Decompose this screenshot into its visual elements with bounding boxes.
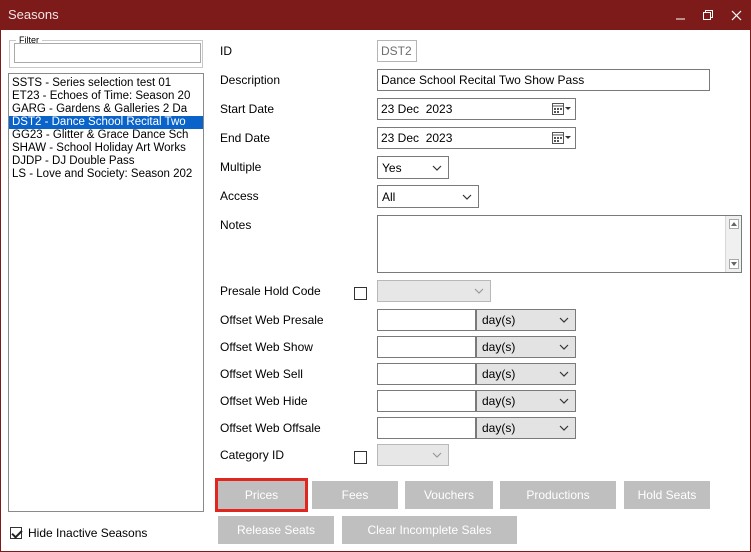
prices-button[interactable]: Prices	[215, 478, 308, 512]
offset-web-sell-label: Offset Web Sell	[220, 367, 303, 381]
chevron-down-icon	[559, 425, 569, 431]
end-date-value: 23 Dec 2023	[381, 131, 453, 145]
notes-label: Notes	[220, 218, 252, 232]
offset-web-presale-input[interactable]	[377, 309, 476, 331]
scroll-up-icon[interactable]	[729, 219, 739, 229]
offset-web-offsale-label: Offset Web Offsale	[220, 421, 321, 435]
hold-seats-button[interactable]: Hold Seats	[624, 481, 710, 509]
minimize-icon	[675, 18, 685, 19]
season-list-item[interactable]: DST2 - Dance School Recital Two	[9, 116, 203, 129]
chevron-down-icon	[559, 344, 569, 350]
offset-web-offsale-input[interactable]	[377, 417, 476, 439]
offset-web-sell-input[interactable]	[377, 363, 476, 385]
scroll-down-icon[interactable]	[729, 259, 739, 269]
multiple-select[interactable]: Yes	[377, 156, 449, 179]
start-date-label: Start Date	[220, 102, 275, 116]
offset-web-hide-unit[interactable]: day(s)	[476, 390, 576, 412]
notes-field[interactable]	[377, 215, 742, 273]
description-field[interactable]: Dance School Recital Two Show Pass	[377, 69, 710, 91]
id-field[interactable]: DST2	[377, 40, 417, 62]
hide-inactive-label: Hide Inactive Seasons	[28, 526, 148, 540]
release-seats-button[interactable]: Release Seats	[218, 516, 334, 544]
access-select[interactable]: All	[377, 185, 479, 208]
vouchers-button[interactable]: Vouchers	[405, 481, 493, 509]
restore-icon	[703, 10, 713, 20]
unit-value: day(s)	[482, 313, 516, 327]
chevron-down-icon	[432, 452, 442, 458]
window-border-left	[0, 30, 1, 552]
end-date-field[interactable]: 23 Dec 2023	[377, 127, 576, 149]
offset-web-hide-label: Offset Web Hide	[220, 394, 308, 408]
season-list-item[interactable]: GARG - Gardens & Galleries 2 Da	[9, 103, 203, 116]
season-list-item[interactable]: DJDP - DJ Double Pass	[9, 155, 203, 168]
start-date-field[interactable]: 23 Dec 2023	[377, 98, 576, 120]
close-button[interactable]	[719, 0, 751, 30]
filter-input[interactable]	[14, 43, 201, 63]
close-icon	[731, 10, 741, 20]
chevron-down-icon	[559, 317, 569, 323]
season-list-item[interactable]: SSTS - Series selection test 01	[9, 77, 203, 90]
multiple-value: Yes	[382, 160, 402, 175]
season-list-item[interactable]: ET23 - Echoes of Time: Season 20	[9, 90, 203, 103]
offset-web-presale-unit[interactable]: day(s)	[476, 309, 576, 331]
chevron-down-icon	[462, 194, 472, 200]
offset-web-show-label: Offset Web Show	[220, 340, 313, 354]
category-id-select[interactable]	[377, 444, 449, 466]
unit-value: day(s)	[482, 340, 516, 354]
offset-web-presale-label: Offset Web Presale	[220, 313, 324, 327]
category-id-checkbox[interactable]	[354, 451, 367, 464]
presale-hold-code-label: Presale Hold Code	[220, 284, 321, 298]
offset-web-offsale-unit[interactable]: day(s)	[476, 417, 576, 439]
season-list-item[interactable]: GG23 - Glitter & Grace Dance Sch	[9, 129, 203, 142]
access-value: All	[382, 189, 396, 204]
hide-inactive-checkbox[interactable]	[10, 527, 22, 539]
start-date-value: 23 Dec 2023	[381, 102, 453, 116]
chevron-down-icon	[432, 165, 442, 171]
chevron-down-icon	[559, 398, 569, 404]
offset-web-show-input[interactable]	[377, 336, 476, 358]
unit-value: day(s)	[482, 367, 516, 381]
end-date-label: End Date	[220, 131, 271, 145]
calendar-dropdown-icon[interactable]	[552, 103, 572, 115]
season-listbox[interactable]: SSTS - Series selection test 01 ET23 - Ec…	[8, 73, 204, 512]
presale-hold-code-select[interactable]	[377, 280, 491, 302]
productions-button[interactable]: Productions	[500, 481, 616, 509]
chevron-down-icon	[559, 371, 569, 377]
offset-web-show-unit[interactable]: day(s)	[476, 336, 576, 358]
calendar-dropdown-icon[interactable]	[552, 132, 572, 144]
window-title: Seasons	[8, 7, 59, 22]
offset-web-sell-unit[interactable]: day(s)	[476, 363, 576, 385]
presale-hold-checkbox[interactable]	[354, 287, 367, 300]
clear-incomplete-sales-button[interactable]: Clear Incomplete Sales	[342, 516, 517, 544]
multiple-label: Multiple	[220, 160, 262, 174]
offset-web-hide-input[interactable]	[377, 390, 476, 412]
chevron-down-icon	[474, 288, 484, 294]
season-list-item[interactable]: LS - Love and Society: Season 202	[9, 168, 203, 181]
unit-value: day(s)	[482, 421, 516, 435]
hide-inactive-row[interactable]: Hide Inactive Seasons	[10, 526, 147, 540]
category-id-label: Category ID	[220, 448, 285, 462]
season-list-item[interactable]: SHAW - School Holiday Art Works	[9, 142, 203, 155]
notes-scrollbar[interactable]	[725, 216, 741, 272]
id-label: ID	[220, 44, 232, 58]
title-bar: Seasons	[0, 0, 751, 30]
unit-value: day(s)	[482, 394, 516, 408]
access-label: Access	[220, 189, 259, 203]
description-label: Description	[220, 73, 281, 87]
fees-button[interactable]: Fees	[312, 481, 398, 509]
